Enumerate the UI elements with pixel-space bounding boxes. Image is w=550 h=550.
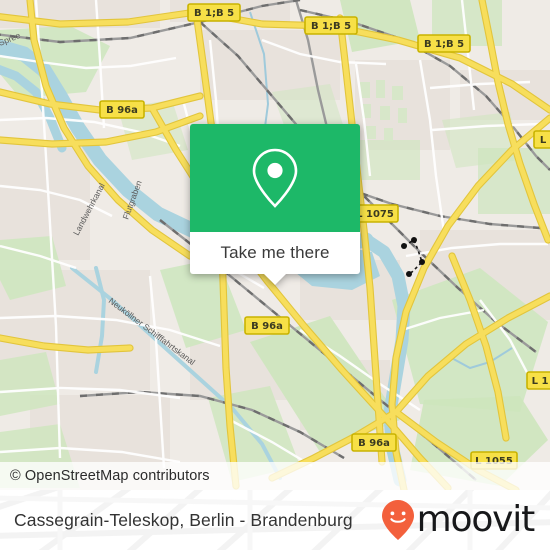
- svg-text:B 1;B 5: B 1;B 5: [194, 8, 234, 19]
- moovit-location-card: Landwehrkanal Flutgraben Neuköllner Schi…: [0, 0, 550, 550]
- footer-bar: Cassegrain-Teleskop, Berlin - Brandenbur…: [0, 490, 550, 550]
- svg-text:B 96a: B 96a: [106, 105, 138, 116]
- svg-text:B 96a: B 96a: [358, 438, 390, 449]
- svg-text:B 1;B 5: B 1;B 5: [424, 39, 464, 50]
- attribution-text: © OpenStreetMap contributors: [10, 468, 210, 484]
- svg-text:L 1075: L 1075: [356, 209, 394, 220]
- svg-text:L: L: [540, 135, 547, 146]
- moovit-pin-icon: [381, 500, 414, 540]
- popup-action-bar[interactable]: Take me there: [190, 232, 360, 285]
- popup-pointer: [264, 274, 286, 285]
- location-title-text: Cassegrain-Teleskop, Berlin - Brandenbur…: [14, 509, 353, 530]
- popup-icon-panel: [190, 124, 360, 232]
- moovit-logo[interactable]: moovit: [381, 490, 536, 550]
- location-title: Cassegrain-Teleskop, Berlin - Brandenbur…: [14, 490, 353, 550]
- location-popup[interactable]: Take me there: [190, 124, 360, 285]
- svg-text:B 1;B 5: B 1;B 5: [311, 21, 351, 32]
- moovit-wordmark: moovit: [416, 499, 536, 540]
- map-attribution: © OpenStreetMap contributors: [0, 462, 550, 490]
- take-me-there-label: Take me there: [220, 243, 330, 262]
- svg-text:B 96a: B 96a: [251, 321, 283, 332]
- map-pin-icon: [252, 148, 298, 208]
- svg-text:L 1: L 1: [532, 376, 549, 387]
